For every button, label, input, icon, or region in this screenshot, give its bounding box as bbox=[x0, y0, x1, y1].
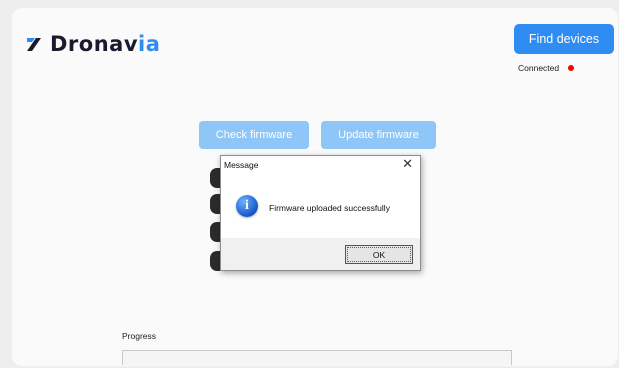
dialog-title: Message bbox=[224, 160, 259, 170]
connection-status: Connected bbox=[518, 63, 575, 73]
connection-indicator-icon bbox=[568, 65, 575, 71]
progress-label: Progress bbox=[122, 331, 157, 341]
dialog-footer: OK bbox=[221, 238, 420, 270]
ok-button[interactable]: OK bbox=[345, 245, 413, 264]
brand-name-accent: ia bbox=[138, 32, 161, 56]
update-firmware-button[interactable]: Update firmware bbox=[321, 121, 436, 149]
close-icon[interactable]: ✕ bbox=[402, 157, 413, 172]
brand-name-main: Dronav bbox=[50, 32, 139, 56]
connection-status-text: Connected bbox=[518, 63, 560, 73]
logo-mark-icon bbox=[26, 36, 42, 52]
check-firmware-button[interactable]: Check firmware bbox=[199, 121, 309, 149]
brand-logo: Dronavia bbox=[26, 32, 160, 56]
dialog-body: i Firmware uploaded successfully bbox=[221, 176, 420, 238]
info-icon: i bbox=[236, 195, 258, 217]
find-devices-button[interactable]: Find devices bbox=[514, 24, 614, 54]
dialog-message: Firmware uploaded successfully bbox=[269, 203, 390, 213]
brand-name: Dronavia bbox=[50, 32, 160, 56]
progress-bar bbox=[122, 350, 512, 365]
message-dialog: Message ✕ i Firmware uploaded successful… bbox=[220, 155, 421, 271]
